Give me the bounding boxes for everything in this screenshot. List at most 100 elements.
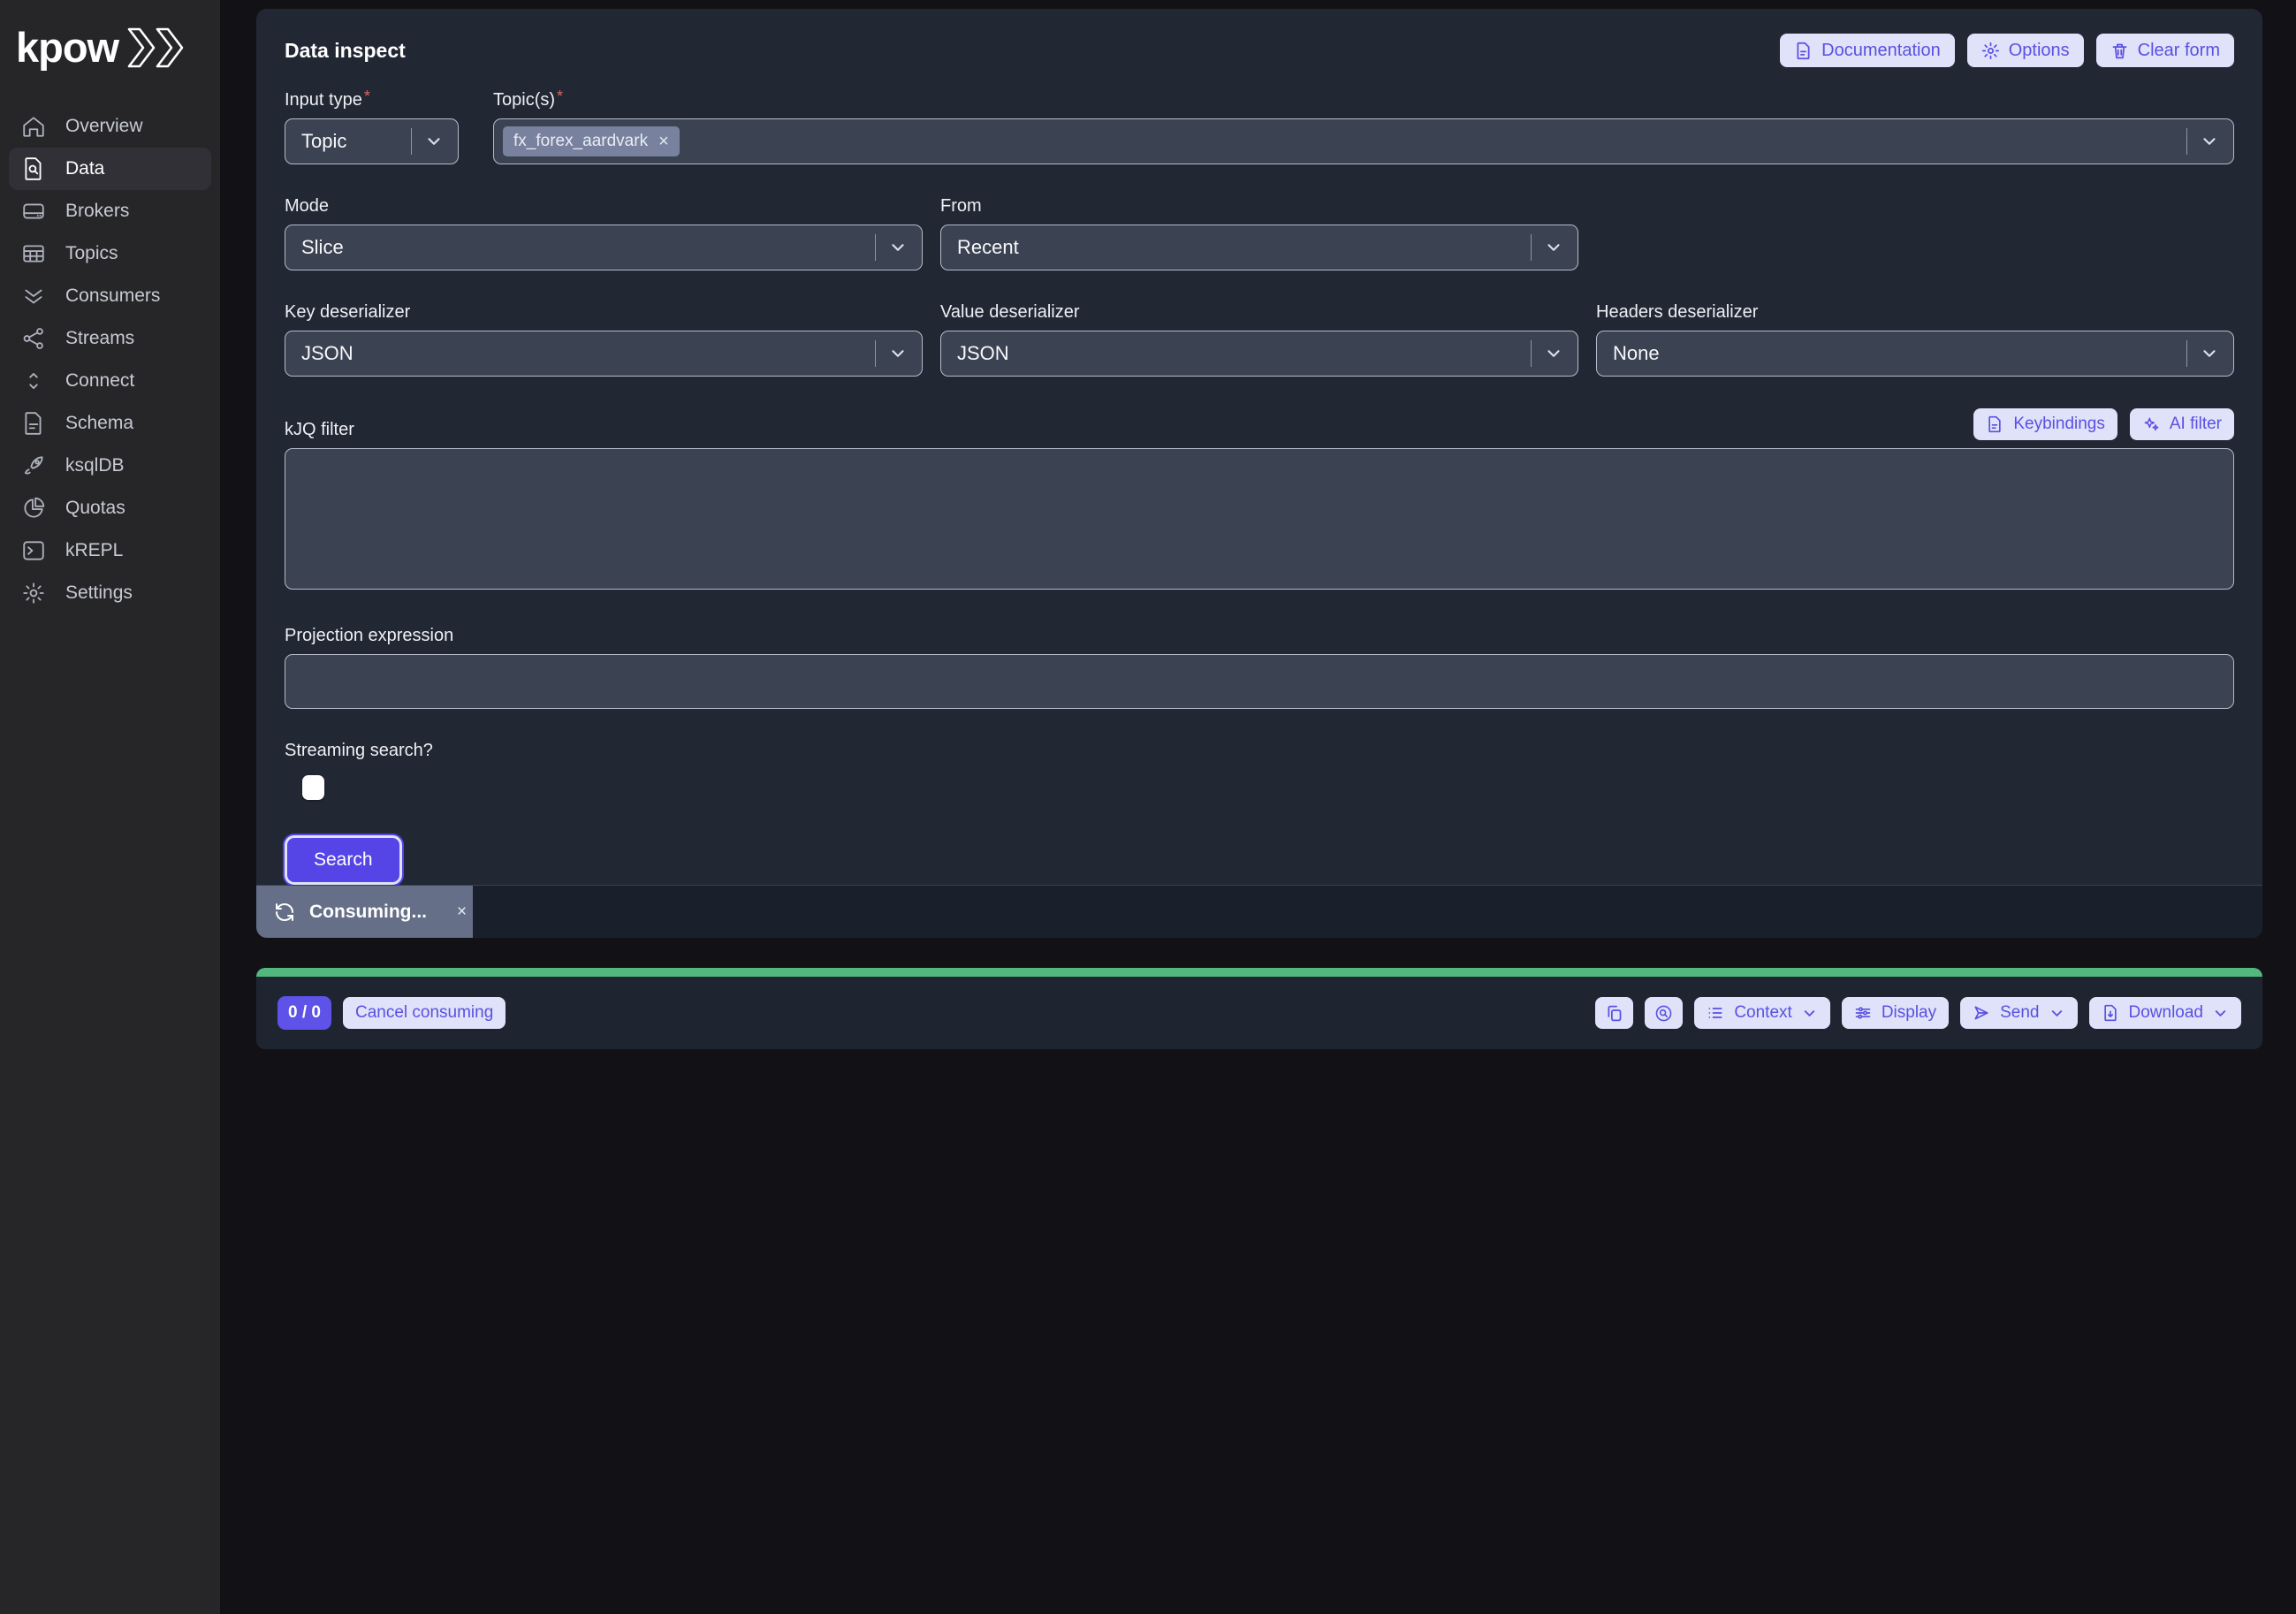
chevron-down-icon bbox=[1544, 238, 1563, 257]
send-button[interactable]: Send bbox=[1960, 997, 2077, 1029]
context-button[interactable]: Context bbox=[1694, 997, 1829, 1029]
page-title: Data inspect bbox=[285, 34, 406, 63]
from-select[interactable]: Recent bbox=[940, 225, 1578, 270]
sidebar-item-label: Settings bbox=[65, 582, 133, 604]
search-button[interactable]: Search bbox=[285, 835, 402, 885]
inspect-button[interactable] bbox=[1645, 997, 1683, 1029]
input-type-label: Input type* bbox=[285, 90, 459, 110]
chevron-down-icon bbox=[2200, 132, 2219, 151]
cancel-consuming-button[interactable]: Cancel consuming bbox=[343, 997, 506, 1029]
sidebar-item-settings[interactable]: Settings bbox=[9, 572, 211, 614]
logo-text: kpow bbox=[16, 23, 118, 72]
streaming-search-checkbox[interactable] bbox=[302, 775, 324, 800]
copy-button[interactable] bbox=[1595, 997, 1633, 1029]
documentation-button[interactable]: Documentation bbox=[1780, 34, 1955, 67]
sidebar-item-quotas[interactable]: Quotas bbox=[9, 487, 211, 529]
close-icon[interactable]: × bbox=[457, 902, 467, 922]
sidebar-item-topics[interactable]: Topics bbox=[9, 232, 211, 275]
rocket-icon bbox=[21, 453, 46, 478]
headers-deserializer-label: Headers deserializer bbox=[1596, 302, 2234, 323]
topics-multiselect[interactable]: fx_forex_aardvark × bbox=[493, 118, 2234, 164]
sidebar-item-data[interactable]: Data bbox=[9, 148, 211, 190]
value-deserializer-label: Value deserializer bbox=[940, 302, 1578, 323]
sidebar-item-label: ksqlDB bbox=[65, 455, 125, 476]
download-button[interactable]: Download bbox=[2089, 997, 2242, 1029]
remove-topic-icon[interactable]: × bbox=[658, 133, 669, 150]
sidebar-item-label: Streams bbox=[65, 328, 134, 349]
chevron-down-icon bbox=[2200, 344, 2219, 363]
chevron-down-icon bbox=[424, 132, 444, 151]
table-icon bbox=[21, 241, 46, 266]
sidebar-item-label: Consumers bbox=[65, 285, 160, 307]
ai-filter-button[interactable]: AI filter bbox=[2130, 408, 2234, 440]
headers-deserializer-select[interactable]: None bbox=[1596, 331, 2234, 377]
trash-icon bbox=[2110, 42, 2129, 60]
sidebar-item-streams[interactable]: Streams bbox=[9, 317, 211, 360]
input-type-select[interactable]: Topic bbox=[285, 118, 459, 164]
sidebar-item-label: Topics bbox=[65, 243, 118, 264]
sidebar-item-label: Schema bbox=[65, 413, 133, 434]
keybindings-button[interactable]: Keybindings bbox=[1973, 408, 2117, 440]
file-text-icon bbox=[21, 411, 46, 436]
copy-icon bbox=[1605, 1004, 1623, 1023]
mode-label: Mode bbox=[285, 196, 923, 217]
home-icon bbox=[21, 114, 46, 139]
mode-select[interactable]: Slice bbox=[285, 225, 923, 270]
gear-icon bbox=[1981, 42, 2000, 60]
unfold-icon bbox=[21, 369, 46, 393]
app-logo[interactable]: kpow bbox=[0, 14, 220, 79]
sliders-icon bbox=[1854, 1004, 1873, 1023]
share-network-icon bbox=[21, 326, 46, 351]
sidebar-item-krepl[interactable]: kREPL bbox=[9, 529, 211, 572]
streaming-search-label: Streaming search? bbox=[285, 741, 2234, 761]
document-icon bbox=[1986, 415, 2004, 434]
topics-label: Topic(s)* bbox=[493, 90, 2234, 110]
result-tabs-row: Consuming... × bbox=[256, 885, 2262, 938]
projection-expression-label: Projection expression bbox=[285, 626, 2234, 646]
send-icon bbox=[1973, 1004, 1991, 1023]
value-deserializer-select[interactable]: JSON bbox=[940, 331, 1578, 377]
options-button[interactable]: Options bbox=[1967, 34, 2084, 67]
chevron-down-icon bbox=[1801, 1005, 1818, 1022]
download-icon bbox=[2102, 1004, 2120, 1023]
drive-icon bbox=[21, 199, 46, 224]
key-deserializer-select[interactable]: JSON bbox=[285, 331, 923, 377]
sidebar-item-label: kREPL bbox=[65, 540, 123, 561]
chevron-down-icon bbox=[888, 344, 908, 363]
chevron-down-icon bbox=[2212, 1005, 2229, 1022]
sidebar-item-label: Overview bbox=[65, 116, 143, 137]
sidebar-item-label: Connect bbox=[65, 370, 134, 392]
display-button[interactable]: Display bbox=[1842, 997, 1949, 1029]
sidebar-item-label: Brokers bbox=[65, 201, 129, 222]
results-panel: 0 / 0 Cancel consuming bbox=[256, 968, 2262, 1049]
gear-icon bbox=[21, 581, 46, 605]
key-deserializer-label: Key deserializer bbox=[285, 302, 923, 323]
sidebar-item-consumers[interactable]: Consumers bbox=[9, 275, 211, 317]
terminal-icon bbox=[21, 538, 46, 563]
consume-progress-bar bbox=[256, 968, 2262, 977]
message-counter-badge: 0 / 0 bbox=[277, 996, 331, 1030]
sidebar-item-overview[interactable]: Overview bbox=[9, 105, 211, 148]
sidebar-item-brokers[interactable]: Brokers bbox=[9, 190, 211, 232]
file-search-icon bbox=[21, 156, 46, 181]
chevron-down-icon bbox=[1544, 344, 1563, 363]
sidebar-item-ksqldb[interactable]: ksqlDB bbox=[9, 445, 211, 487]
search-circle-icon bbox=[1654, 1004, 1673, 1023]
topic-tag: fx_forex_aardvark × bbox=[503, 126, 680, 156]
sidebar-item-label: Data bbox=[65, 158, 104, 179]
from-label: From bbox=[940, 196, 1578, 217]
projection-expression-input[interactable] bbox=[285, 654, 2234, 709]
consuming-tab[interactable]: Consuming... × bbox=[256, 886, 473, 938]
chevrons-down-icon bbox=[21, 284, 46, 308]
sparkles-icon bbox=[2142, 415, 2161, 434]
sidebar-item-schema[interactable]: Schema bbox=[9, 402, 211, 445]
sidebar-item-connect[interactable]: Connect bbox=[9, 360, 211, 402]
list-icon bbox=[1707, 1004, 1725, 1023]
kjq-filter-textarea[interactable] bbox=[285, 448, 2234, 590]
double-chevron-icon bbox=[127, 27, 184, 68]
refresh-icon bbox=[274, 902, 295, 923]
results-toolbar: 0 / 0 Cancel consuming bbox=[256, 977, 2262, 1049]
clear-form-button[interactable]: Clear form bbox=[2096, 34, 2234, 67]
main-content: Data inspect Documentation Options bbox=[220, 0, 2296, 1614]
sidebar-nav: Overview Data Brokers Topics Consumers bbox=[0, 105, 220, 614]
